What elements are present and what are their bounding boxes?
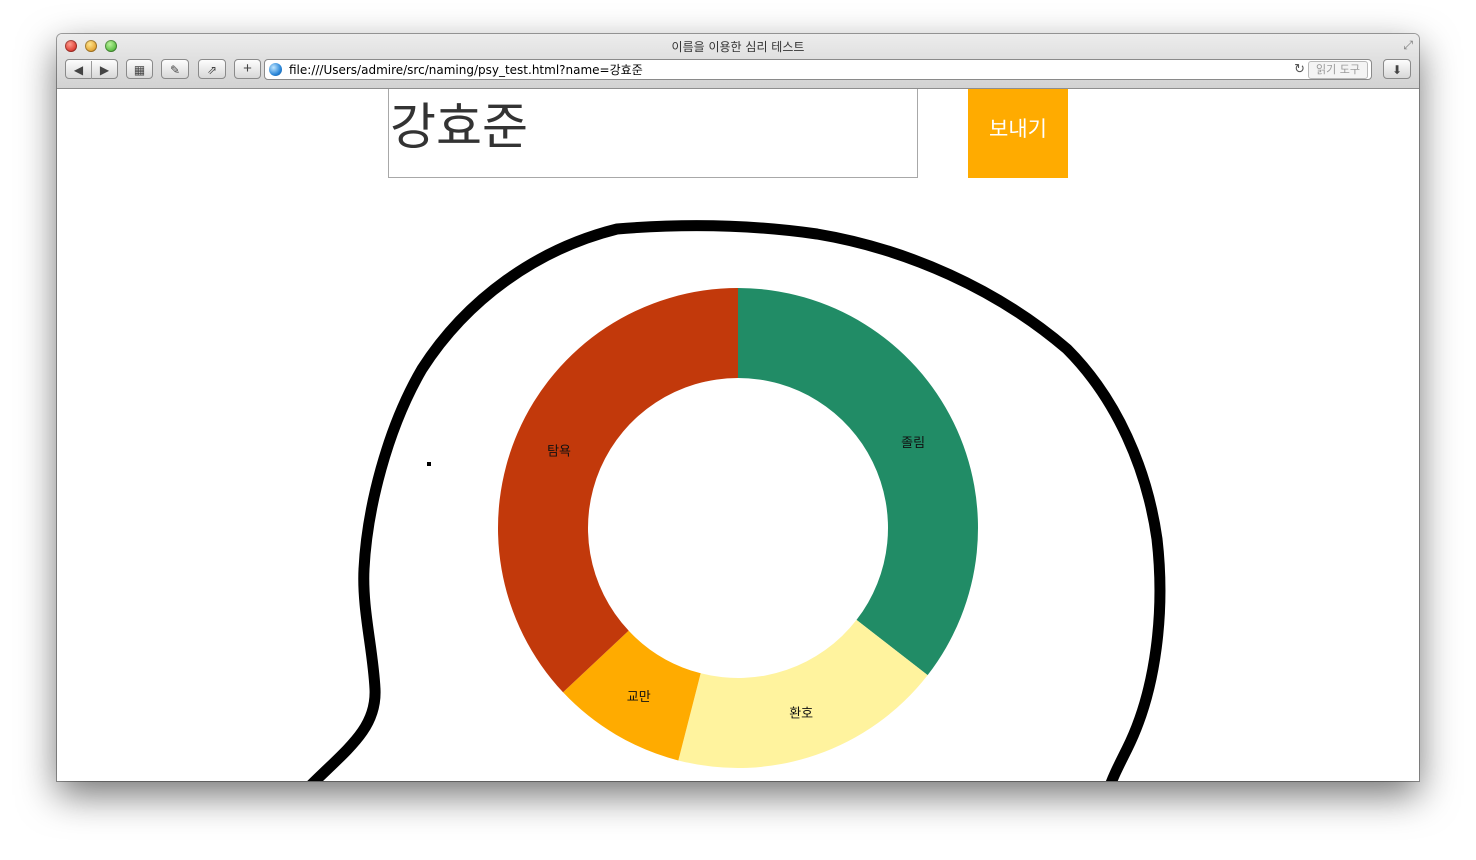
title-bar: 이름을 이용한 심리 테스트 ⤢ ◀ ▶ ▦ ✎ ⇗ + file:///User… — [57, 34, 1419, 89]
download-icon: ⬇ — [1391, 63, 1403, 77]
address-bar[interactable]: file:///Users/admire/src/naming/psy_test… — [264, 59, 1372, 80]
add-bookmark-button[interactable]: + — [234, 59, 261, 79]
browser-window: 이름을 이용한 심리 테스트 ⤢ ◀ ▶ ▦ ✎ ⇗ + file:///User… — [57, 34, 1419, 781]
fullscreen-icon[interactable]: ⤢ — [1403, 38, 1413, 53]
tools-button[interactable]: ✎ — [161, 59, 189, 79]
send-button[interactable]: 보내기 — [968, 89, 1068, 178]
donut-chart: 졸림환호 교만 탐욕 — [497, 288, 979, 768]
reader-button[interactable]: 읽기 도구 — [1308, 61, 1368, 79]
top-sites-button[interactable]: ▦ — [126, 59, 153, 79]
globe-icon — [269, 63, 282, 76]
nav-buttons: ◀ ▶ — [65, 59, 118, 79]
back-arrow-icon[interactable]: ◀ — [66, 61, 91, 79]
page-content: 졸림환호 교만 탐욕 강효준 보내기 — [57, 89, 1419, 781]
stray-dot — [427, 462, 431, 466]
name-input[interactable]: 강효준 — [388, 89, 918, 178]
donut-slice — [738, 288, 979, 676]
plus-icon: + — [243, 60, 252, 77]
page-canvas: 졸림환호 교만 탐욕 — [307, 220, 1166, 781]
share-icon: ⇗ — [206, 63, 218, 77]
window-title: 이름을 이용한 심리 테스트 — [671, 40, 805, 54]
forward-arrow-icon[interactable]: ▶ — [91, 61, 117, 79]
url-text[interactable]: file:///Users/admire/src/naming/psy_test… — [289, 61, 643, 79]
download-button[interactable]: ⬇ — [1383, 59, 1411, 79]
slice-label: 교만 — [627, 690, 651, 705]
slice-label: 졸림 — [901, 436, 925, 451]
slice-label: 탐욕 — [547, 445, 571, 460]
top-sites-icon: ▦ — [133, 63, 146, 77]
donut-slice — [497, 288, 738, 693]
share-button[interactable]: ⇗ — [198, 59, 226, 79]
slice-label: 환호 — [789, 706, 813, 721]
wrench-icon: ✎ — [169, 63, 181, 77]
reload-icon[interactable]: ↻ — [1294, 60, 1305, 78]
